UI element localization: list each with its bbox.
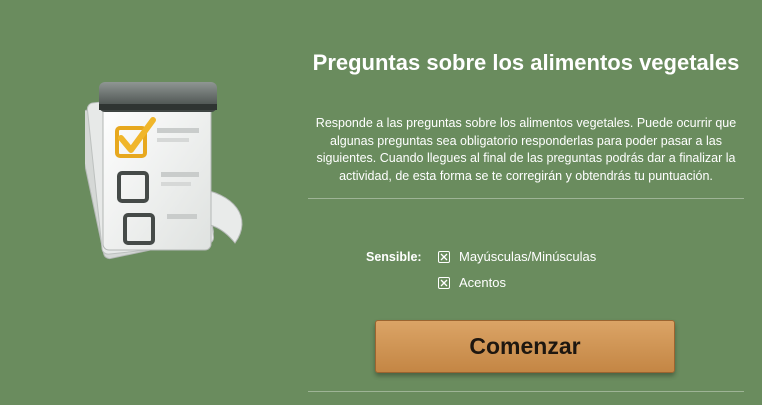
sensitivity-label: Sensible: xyxy=(366,250,422,264)
intro-panel: Preguntas sobre los alimentos vegetales … xyxy=(308,0,744,405)
case-sensitive-label: Mayúsculas/Minúsculas xyxy=(459,249,597,264)
instructions-text: Responde a las preguntas sobre los alime… xyxy=(315,116,737,183)
accent-sensitive-option[interactable]: Acentos xyxy=(438,275,506,290)
checkbox-x-icon[interactable] xyxy=(438,250,450,263)
divider xyxy=(308,198,744,199)
checklist-notepad-icon xyxy=(74,78,260,263)
accent-sensitive-label: Acentos xyxy=(459,275,506,290)
divider xyxy=(308,391,744,392)
case-sensitive-option[interactable]: Mayúsculas/Minúsculas xyxy=(438,249,596,264)
page-title: Preguntas sobre los alimentos vegetales xyxy=(312,50,740,75)
start-button[interactable]: Comenzar xyxy=(375,320,675,373)
checkbox-x-icon[interactable] xyxy=(438,276,450,289)
